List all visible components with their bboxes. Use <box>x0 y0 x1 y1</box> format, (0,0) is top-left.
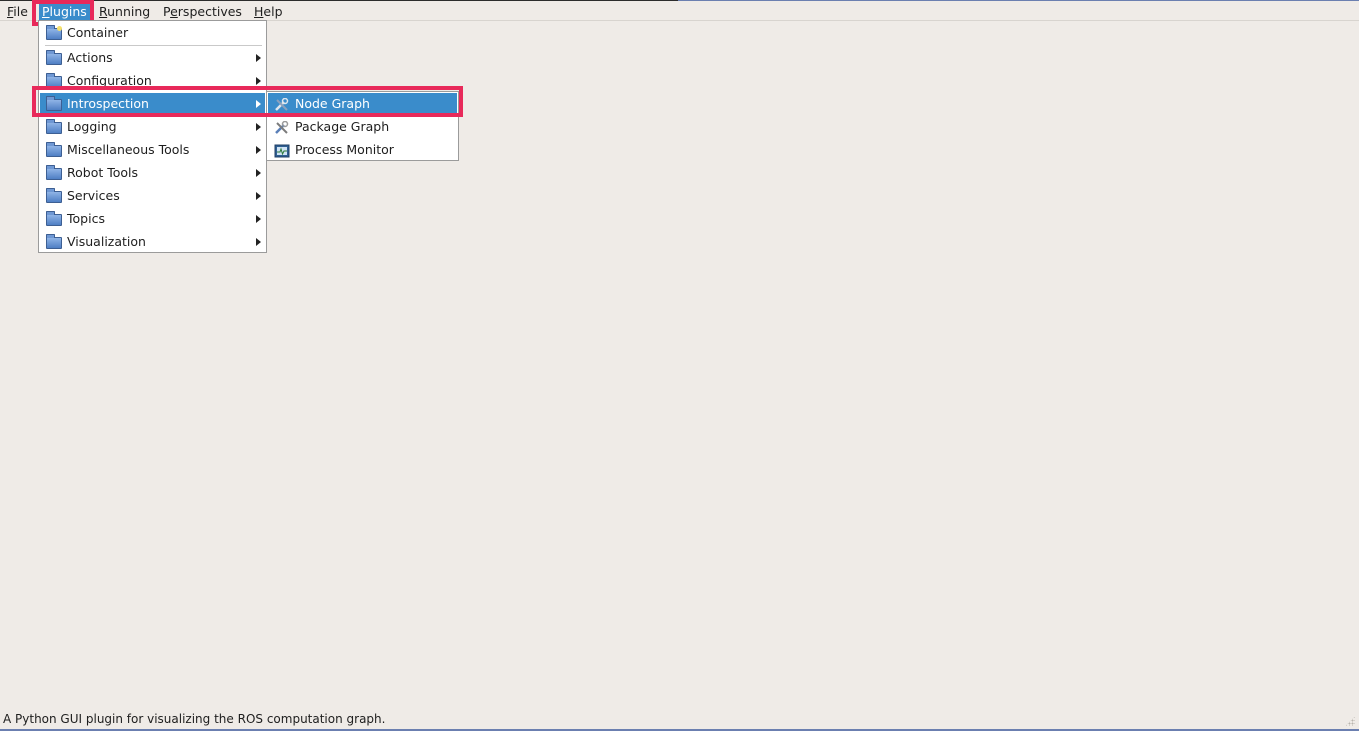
status-bar: A Python GUI plugin for visualizing the … <box>0 710 1359 730</box>
submenu-arrow-icon <box>256 123 261 131</box>
menu-file[interactable]: File <box>4 3 31 20</box>
menu-file-label: ile <box>13 4 28 19</box>
folder-icon <box>46 50 62 65</box>
menu-help[interactable]: Help <box>251 3 286 20</box>
status-text: A Python GUI plugin for visualizing the … <box>3 712 386 726</box>
menu-item-visualization[interactable]: Visualization <box>40 231 265 253</box>
plugins-dropdown: Container Actions Configuration Introspe… <box>38 20 267 253</box>
menu-item-process-monitor[interactable]: Process Monitor <box>268 139 457 161</box>
folder-icon <box>46 142 62 157</box>
menu-item-services[interactable]: Services <box>40 185 265 207</box>
menu-item-package-graph[interactable]: Package Graph <box>268 116 457 138</box>
menu-item-logging[interactable]: Logging <box>40 116 265 138</box>
introspection-submenu: Node Graph Package Graph Process Monitor <box>266 91 459 161</box>
submenu-arrow-icon <box>256 146 261 154</box>
menu-running[interactable]: Running <box>96 3 153 20</box>
menu-perspectives[interactable]: Perspectives <box>160 3 245 20</box>
menu-item-miscellaneous-tools[interactable]: Miscellaneous Tools <box>40 139 265 161</box>
submenu-arrow-icon <box>256 77 261 85</box>
submenu-arrow-icon <box>256 192 261 200</box>
menu-separator <box>45 45 262 46</box>
submenu-arrow-icon <box>256 215 261 223</box>
submenu-arrow-icon <box>256 100 261 108</box>
menu-item-introspection[interactable]: Introspection <box>40 93 265 115</box>
tools-icon <box>274 97 290 111</box>
monitor-icon <box>274 143 290 158</box>
submenu-arrow-icon <box>256 169 261 177</box>
folder-icon <box>46 73 62 88</box>
menu-item-node-graph[interactable]: Node Graph <box>268 93 457 115</box>
folder-icon <box>46 211 62 226</box>
folder-icon <box>46 96 62 111</box>
folder-icon <box>46 234 62 249</box>
folder-icon <box>46 119 62 134</box>
submenu-arrow-icon <box>256 238 261 246</box>
folder-icon <box>46 188 62 203</box>
menu-item-topics[interactable]: Topics <box>40 208 265 230</box>
tools-icon <box>274 120 290 134</box>
submenu-arrow-icon <box>256 54 261 62</box>
folder-new-icon <box>46 25 62 40</box>
menu-item-container[interactable]: Container <box>40 22 265 44</box>
menu-plugins[interactable]: Plugins <box>39 3 90 20</box>
menu-item-configuration[interactable]: Configuration <box>40 70 265 92</box>
folder-icon <box>46 165 62 180</box>
resize-grip[interactable] <box>1345 716 1355 726</box>
menu-bar: File Plugins Running Perspectives Help <box>0 1 1359 21</box>
menu-item-robot-tools[interactable]: Robot Tools <box>40 162 265 184</box>
menu-item-actions[interactable]: Actions <box>40 47 265 69</box>
